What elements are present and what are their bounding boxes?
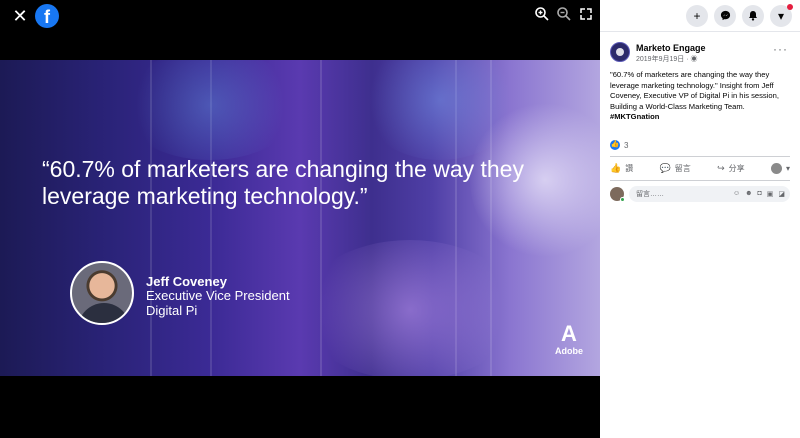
page-avatar[interactable] bbox=[610, 42, 630, 62]
like-reaction-icon: 👍 bbox=[610, 140, 620, 150]
notification-dot bbox=[787, 3, 793, 10]
comment-composer: 留言…… ☺ ☻ ◘ ▣ ◪ bbox=[610, 185, 790, 203]
messenger-icon[interactable] bbox=[714, 4, 736, 27]
post-actions: 👍 讚 💬 留言 ↪ 分享 ▾ bbox=[610, 160, 790, 176]
zoom-toolbar bbox=[534, 6, 594, 22]
gif-icon[interactable]: ▣ bbox=[767, 190, 774, 198]
post-date[interactable]: 2019年9月19日 · ◉ bbox=[636, 54, 697, 64]
plus-icon[interactable]: + bbox=[686, 4, 708, 27]
online-status-icon bbox=[620, 197, 625, 202]
zoom-out-icon[interactable] bbox=[556, 6, 572, 22]
photo-viewer: ✕ f “60.7% of marketers are changing the… bbox=[0, 0, 600, 438]
post-text: "60.7% of marketers are changing the way… bbox=[610, 70, 779, 111]
post-photo: “60.7% of marketers are changing the way… bbox=[0, 60, 600, 376]
like-icon: 👍 bbox=[610, 162, 622, 173]
divider bbox=[610, 180, 790, 181]
panel-top-bar: + ▾ bbox=[600, 0, 800, 32]
fullscreen-icon[interactable] bbox=[578, 6, 594, 22]
comment-icon: 💬 bbox=[659, 162, 671, 173]
speaker-company: Digital Pi bbox=[146, 303, 198, 318]
divider bbox=[610, 156, 790, 157]
facebook-logo-icon[interactable]: f bbox=[35, 4, 59, 28]
adobe-logo-word: Adobe bbox=[555, 346, 583, 356]
avatar bbox=[770, 162, 782, 174]
zoom-in-icon[interactable] bbox=[534, 6, 550, 22]
avatar-sticker-icon[interactable]: ☺ bbox=[733, 190, 740, 198]
reaction-summary[interactable]: 👍 3 bbox=[610, 140, 628, 150]
more-options-icon[interactable]: ··· bbox=[773, 42, 788, 56]
hashtag-link[interactable]: #MKTGnation bbox=[610, 112, 659, 121]
post-side-panel: + ▾ Marketo Engage 2019年9月19日 · ◉ ··· "6… bbox=[600, 0, 800, 438]
sticker-icon[interactable]: ◪ bbox=[778, 190, 785, 198]
speaker-name: Jeff Coveney bbox=[146, 274, 227, 289]
comment-button[interactable]: 💬 留言 bbox=[660, 163, 691, 174]
emoji-icon[interactable]: ☻ bbox=[745, 190, 752, 198]
like-button[interactable]: 👍 讚 bbox=[610, 163, 633, 174]
share-icon: ↪ bbox=[717, 162, 725, 173]
chevron-down-icon: ▾ bbox=[785, 163, 790, 173]
close-icon[interactable]: ✕ bbox=[10, 6, 30, 26]
page-name[interactable]: Marketo Engage bbox=[636, 43, 706, 53]
speaker-avatar bbox=[70, 261, 134, 325]
adobe-logo-mark: A bbox=[561, 321, 577, 346]
adobe-logo: A Adobe bbox=[554, 321, 584, 357]
post-as-selector[interactable]: ▾ bbox=[770, 162, 790, 174]
comment-placeholder: 留言…… bbox=[636, 191, 664, 198]
dropdown-icon[interactable]: ▾ bbox=[770, 3, 793, 27]
speaker-title: Executive Vice President bbox=[146, 288, 290, 303]
globe-icon: ◉ bbox=[690, 56, 698, 63]
post-body: "60.7% of marketers are changing the way… bbox=[600, 70, 800, 123]
camera-icon[interactable]: ◘ bbox=[758, 190, 762, 198]
reaction-count: 3 bbox=[624, 140, 629, 150]
comment-input[interactable]: 留言…… ☺ ☻ ◘ ▣ ◪ bbox=[629, 186, 790, 202]
share-button[interactable]: ↪ 分享 bbox=[717, 163, 745, 174]
post-header: Marketo Engage 2019年9月19日 · ◉ ··· bbox=[600, 40, 800, 70]
current-user-avatar[interactable] bbox=[610, 187, 625, 202]
photo-quote: “60.7% of marketers are changing the way… bbox=[42, 156, 524, 209]
notifications-icon[interactable] bbox=[742, 4, 764, 27]
